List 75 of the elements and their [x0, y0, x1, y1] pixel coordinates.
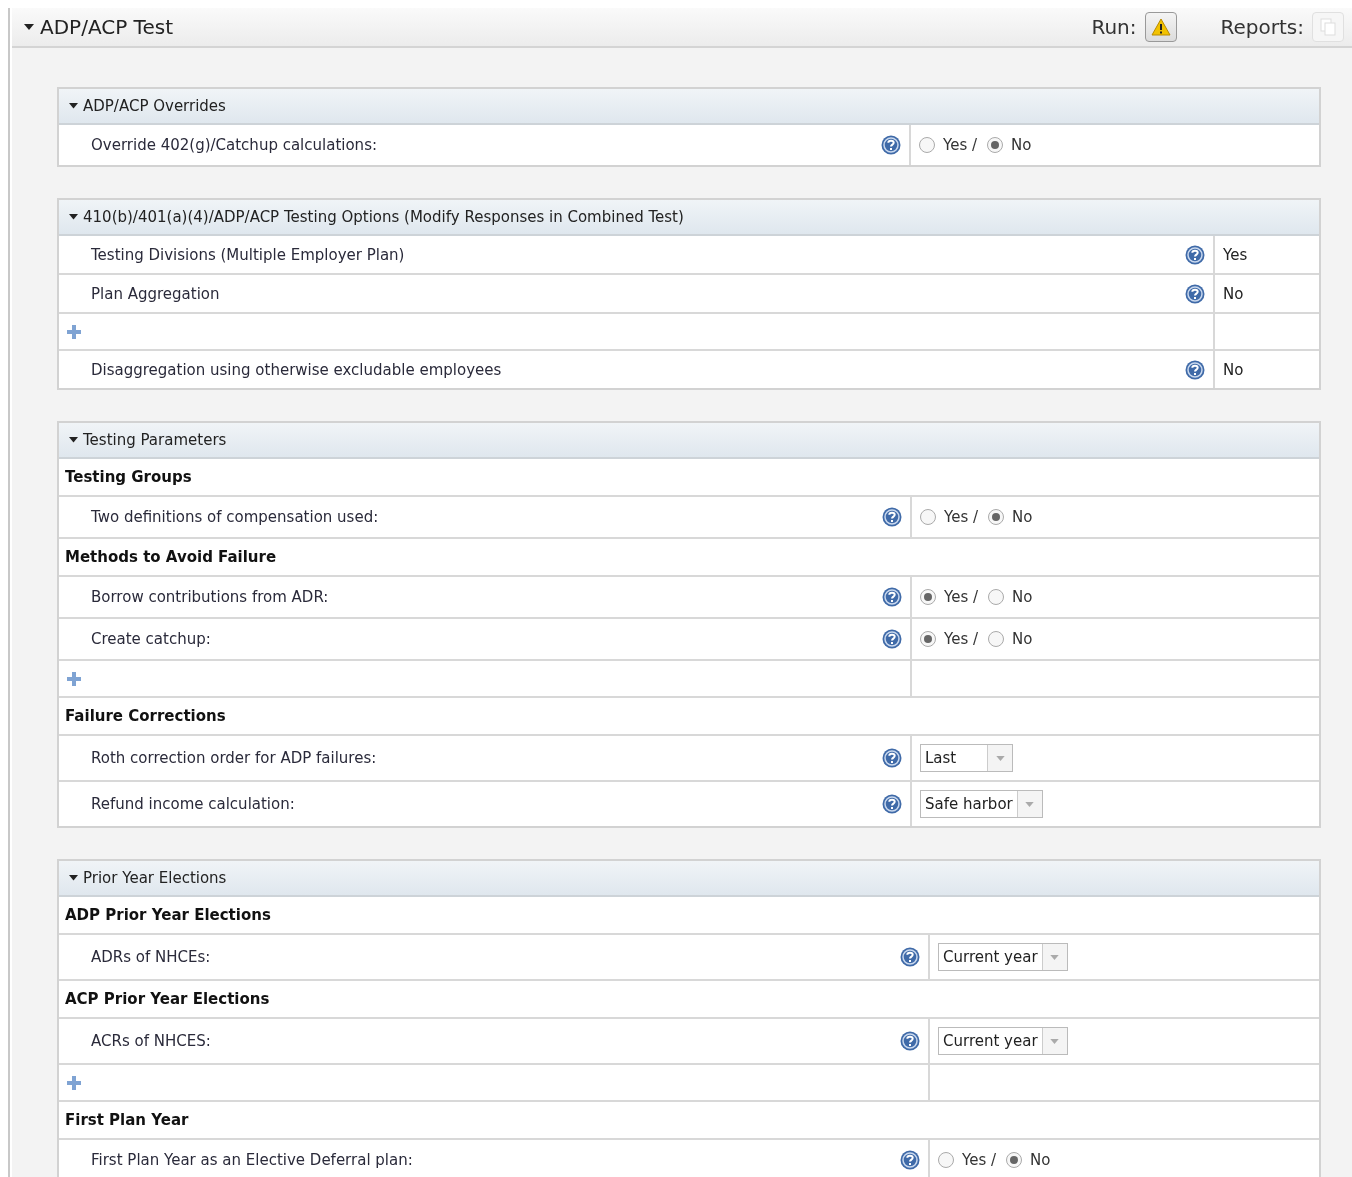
copy-icon [1320, 18, 1336, 36]
question-label: Disaggregation using otherwise excludable employees [91, 360, 502, 379]
help-icon[interactable] [882, 629, 902, 649]
radio-button[interactable] [988, 589, 1005, 605]
add-icon[interactable] [67, 1075, 81, 1090]
question-label: Plan Aggregation [91, 284, 220, 303]
radio-button[interactable] [988, 509, 1005, 525]
question-label: Two definitions of compensation used: [91, 508, 379, 526]
question-label: Borrow contributions from ADR: [91, 588, 329, 606]
help-icon[interactable] [1185, 359, 1205, 380]
radio-button[interactable] [920, 509, 936, 525]
radio-button[interactable] [920, 631, 936, 647]
radio-option[interactable]: No [987, 136, 1032, 154]
help-icon[interactable] [1185, 244, 1205, 265]
warning-icon [1150, 18, 1171, 36]
answer-text: No [1223, 284, 1244, 303]
caret-icon[interactable] [24, 24, 34, 30]
caret-icon[interactable] [69, 875, 78, 881]
section-header[interactable]: ADP/ACP Overrides [59, 89, 1319, 125]
add-icon[interactable] [67, 671, 81, 686]
radio-button[interactable] [919, 137, 935, 153]
panel-title[interactable]: ADP/ACP Test [24, 15, 1092, 39]
section-header[interactable]: 410(b)/401(a)(4)/ADP/ACP Testing Options (Modify Responses in Combined Test) [59, 200, 1319, 236]
radio-option[interactable]: No [1006, 1151, 1051, 1169]
section-header[interactable]: Testing Parameters [59, 423, 1319, 459]
group-heading: Failure Corrections [64, 706, 226, 727]
question-label: Testing Divisions (Multiple Employer Plan) [91, 245, 405, 264]
dropdown[interactable]: Last [920, 744, 1013, 772]
radio-button[interactable] [987, 137, 1004, 153]
group-heading: First Plan Year [64, 1110, 189, 1131]
group-heading: Methods to Avoid Failure [64, 547, 277, 568]
caret-icon[interactable] [69, 103, 78, 109]
question-label: Create catchup: [91, 630, 211, 648]
dropdown[interactable]: Safe harbor [920, 790, 1043, 818]
radio-button[interactable] [938, 1152, 954, 1168]
radio-button[interactable] [920, 589, 936, 605]
radio-option[interactable]: No [988, 630, 1033, 648]
caret-icon[interactable] [69, 437, 78, 443]
help-icon[interactable] [882, 507, 902, 527]
group-heading: ADP Prior Year Elections [64, 905, 271, 926]
radio-option[interactable]: Yes / [919, 136, 978, 154]
help-icon[interactable] [882, 748, 902, 768]
help-icon[interactable] [900, 1150, 920, 1170]
help-icon[interactable] [882, 794, 902, 814]
reports-label: Reports: [1220, 15, 1304, 39]
radio-option[interactable]: Yes / [938, 1151, 997, 1169]
help-icon[interactable] [881, 135, 901, 155]
section-header[interactable]: Prior Year Elections [59, 861, 1319, 897]
help-icon[interactable] [900, 947, 920, 967]
help-icon[interactable] [1185, 283, 1205, 304]
dropdown[interactable]: Current year [938, 1027, 1068, 1055]
question-label: ACRs of NHCES: [91, 1032, 211, 1050]
group-heading: ACP Prior Year Elections [64, 989, 270, 1010]
radio-option[interactable]: No [988, 508, 1033, 526]
answer-text: No [1223, 360, 1244, 379]
add-icon[interactable] [67, 324, 81, 339]
radio-option[interactable]: Yes / [920, 508, 979, 526]
run-button[interactable] [1144, 12, 1177, 42]
question-label: Refund income calculation: [91, 795, 295, 813]
run-label: Run: [1091, 15, 1137, 39]
help-icon[interactable] [900, 1031, 920, 1051]
question-label: ADRs of NHCEs: [91, 948, 211, 966]
answer-text: Yes [1223, 245, 1248, 264]
radio-button[interactable] [1006, 1152, 1023, 1168]
question-label: Roth correction order for ADP failures: [91, 749, 377, 767]
radio-option[interactable]: Yes / [920, 588, 979, 606]
caret-icon[interactable] [69, 214, 78, 220]
group-heading: Testing Groups [64, 467, 192, 488]
dropdown[interactable]: Current year [938, 943, 1068, 971]
question-label: Override 402(g)/Catchup calculations: [91, 136, 377, 154]
help-icon[interactable] [882, 587, 902, 607]
radio-option[interactable]: No [988, 588, 1033, 606]
question-label: First Plan Year as an Elective Deferral plan: [91, 1151, 413, 1169]
radio-button[interactable] [988, 631, 1005, 647]
radio-option[interactable]: Yes / [920, 630, 979, 648]
